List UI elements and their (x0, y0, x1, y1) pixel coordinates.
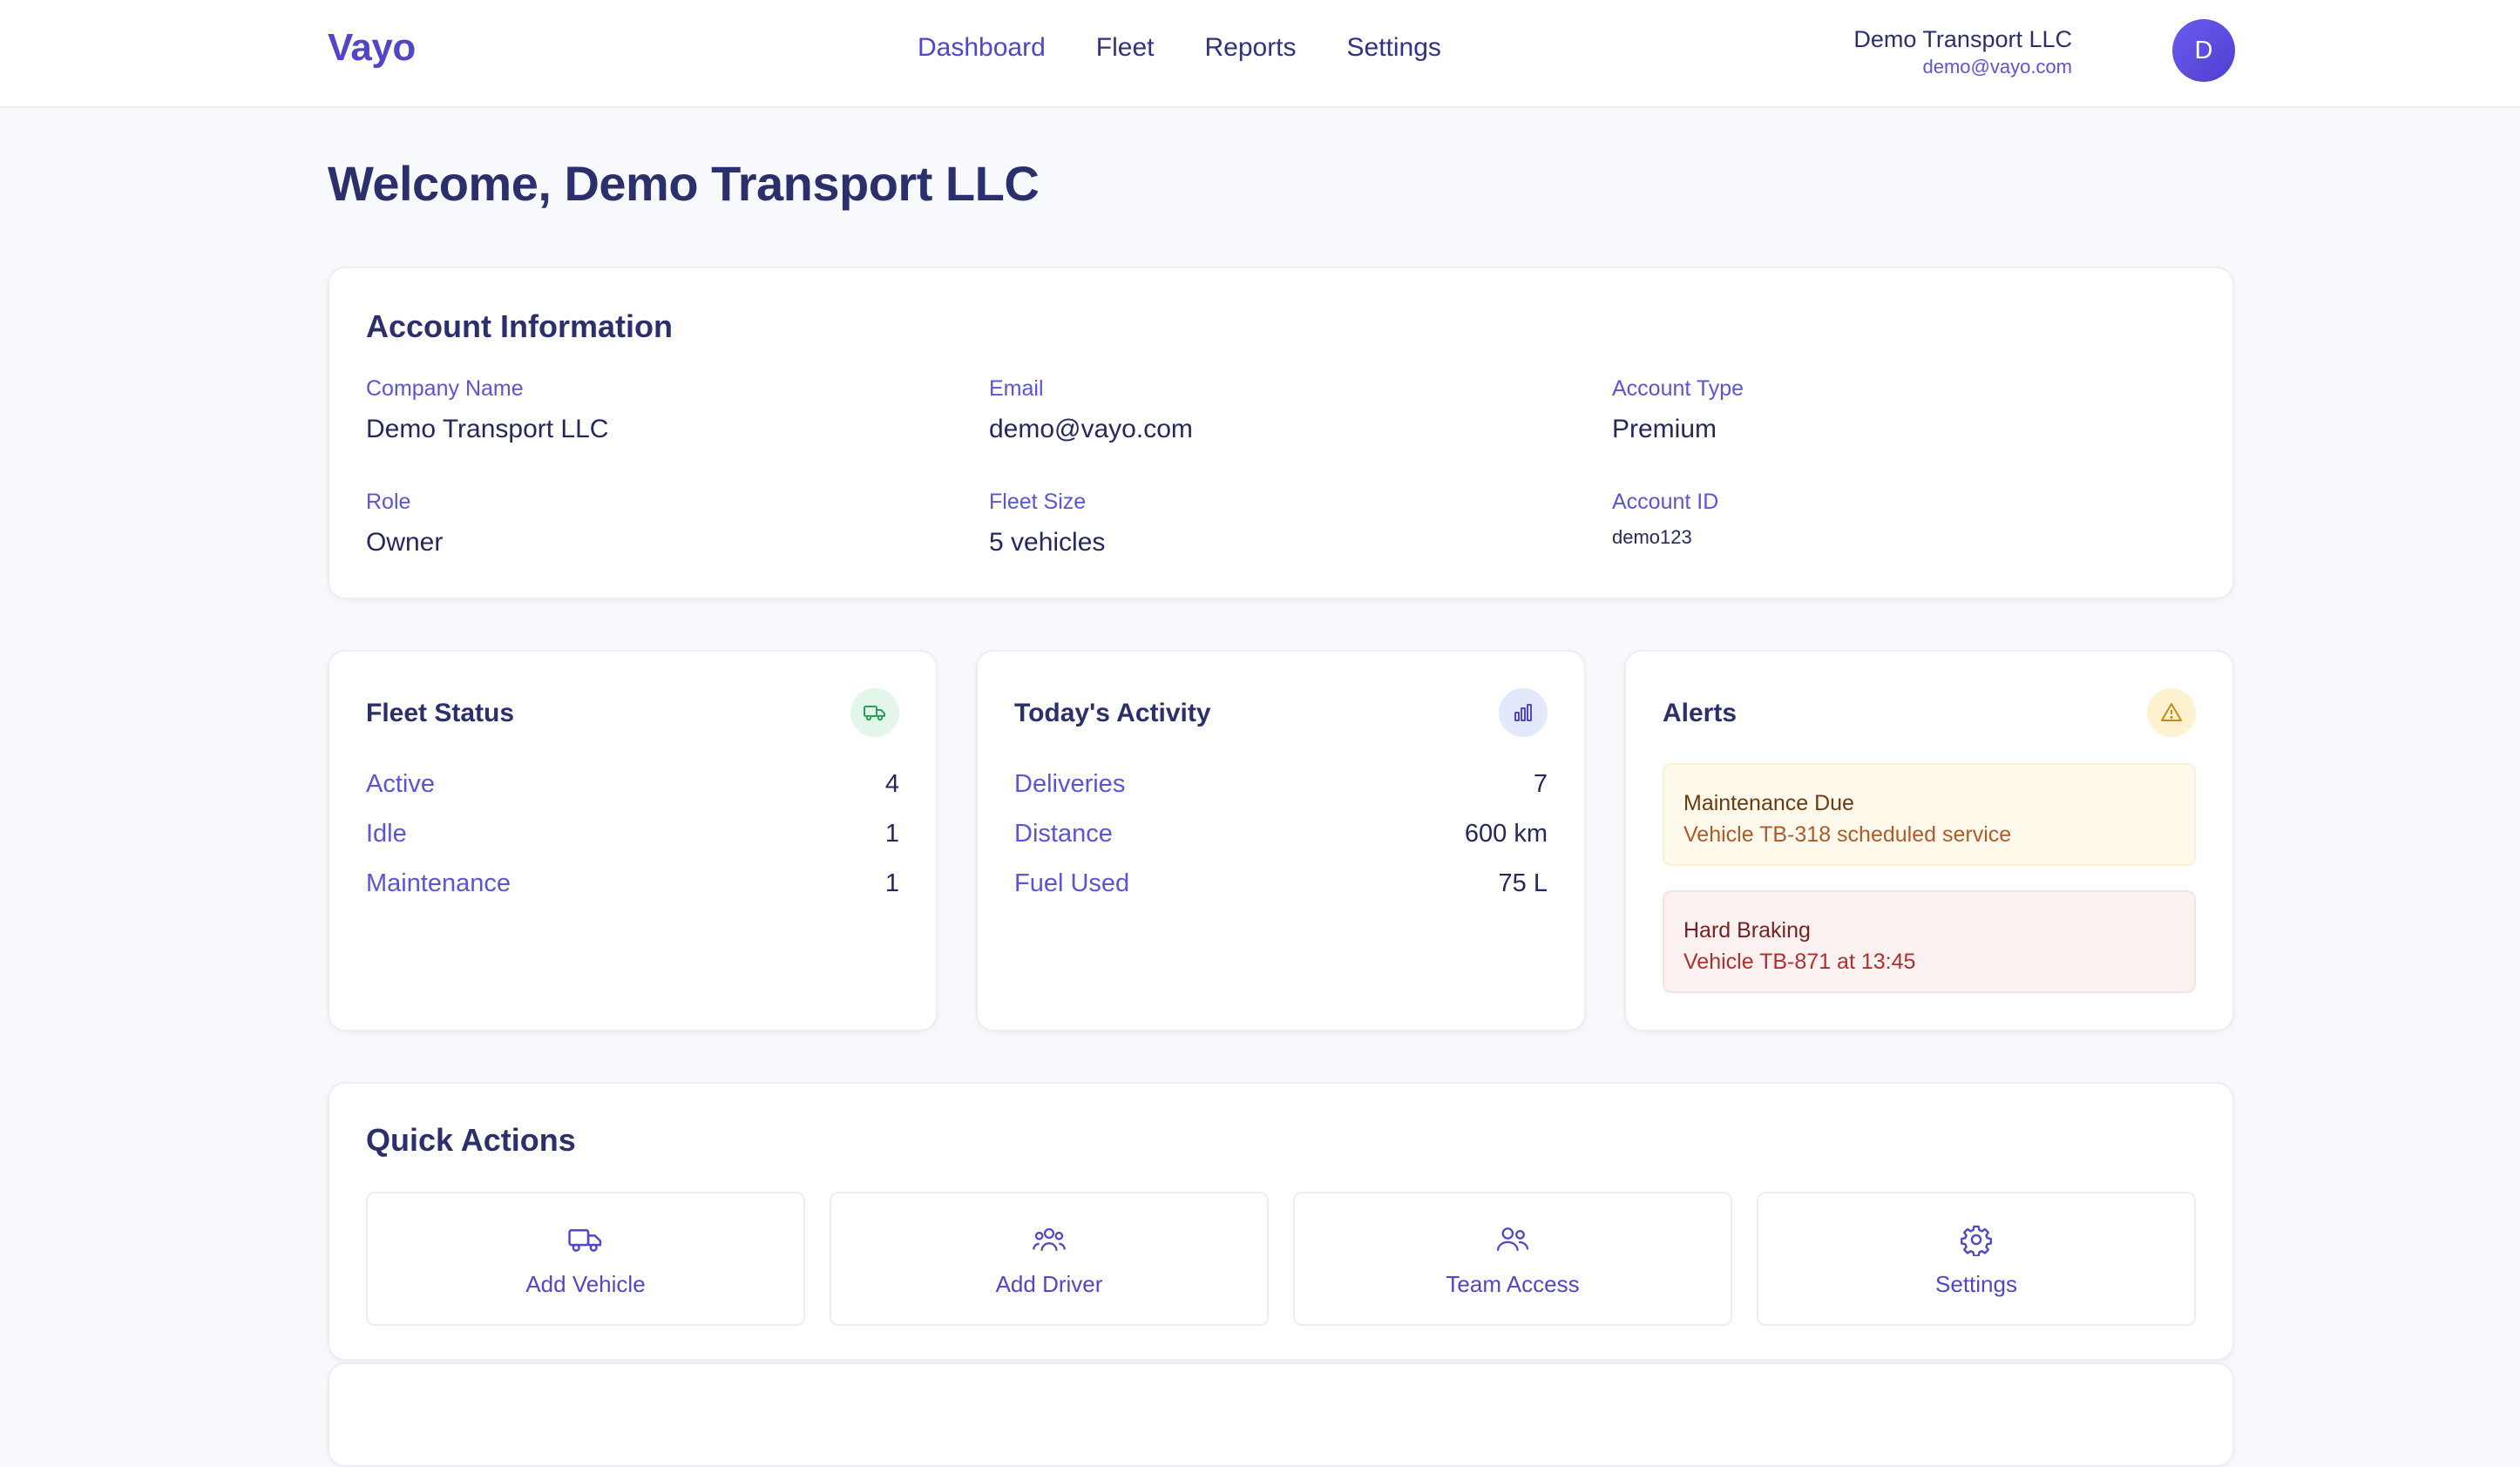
account-information-title: Account Information (366, 308, 673, 344)
settings-label: Settings (1935, 1270, 2017, 1297)
fleet-size-value: 5 vehicles (989, 528, 1106, 557)
page-title: Welcome, Demo Transport LLC (328, 156, 1040, 211)
company-name-label: Company Name (366, 376, 524, 401)
gear-icon (1960, 1220, 1993, 1259)
warning-triangle-icon (2147, 688, 2196, 737)
app-logo[interactable]: Vayo (328, 26, 416, 70)
user-email: demo@vayo.com (1922, 56, 2072, 78)
fuel-used-label: Fuel Used (1014, 869, 1130, 897)
users-icon (1495, 1220, 1530, 1259)
account-type-value: Premium (1612, 415, 1717, 443)
main-nav: Dashboard Fleet Reports Settings (918, 33, 1441, 63)
account-information-card: Account Information Company Name Demo Tr… (328, 267, 2234, 599)
fleet-status-card: Fleet Status Active 4 Idle 1 Maintenance… (328, 650, 938, 1031)
quick-actions-title: Quick Actions (366, 1122, 576, 1158)
top-navigation-bar: Vayo Dashboard Fleet Reports Settings De… (0, 0, 2520, 108)
fleet-maintenance-value: 1 (884, 869, 899, 897)
nav-settings-link[interactable]: Settings (1347, 33, 1441, 63)
add-vehicle-button[interactable]: Add Vehicle (366, 1192, 805, 1326)
users-group-icon (1032, 1220, 1067, 1259)
alerts-title: Alerts (1663, 699, 1738, 727)
fleet-status-title: Fleet Status (366, 699, 515, 727)
nav-dashboard-link[interactable]: Dashboard (918, 33, 1046, 63)
user-name: Demo Transport LLC (1853, 26, 2072, 52)
truck-icon (568, 1220, 603, 1259)
fleet-size-label: Fleet Size (989, 490, 1087, 514)
team-access-label: Team Access (1446, 1270, 1580, 1297)
fuel-used-value: 75 L (1498, 869, 1548, 897)
account-type-label: Account Type (1612, 376, 1744, 401)
quick-actions-card: Quick Actions Add Vehicle Add Driver Tea… (328, 1082, 2234, 1361)
add-driver-button[interactable]: Add Driver (830, 1192, 1269, 1326)
team-access-button[interactable]: Team Access (1293, 1192, 1732, 1326)
deliveries-value: 7 (1533, 769, 1548, 798)
settings-button[interactable]: Settings (1757, 1192, 2196, 1326)
alert-hard-braking[interactable]: Hard Braking Vehicle TB-871 at 13:45 (1663, 890, 2196, 993)
fleet-idle-label: Idle (366, 819, 407, 848)
alert-text: Vehicle TB-318 scheduled service (1683, 822, 2012, 847)
fleet-idle-value: 1 (884, 819, 899, 848)
add-driver-label: Add Driver (995, 1270, 1103, 1297)
fleet-active-label: Active (366, 769, 435, 798)
fleet-active-value: 4 (884, 769, 899, 798)
truck-icon (850, 688, 899, 737)
avatar[interactable]: D (2172, 19, 2235, 82)
bar-chart-icon (1499, 688, 1548, 737)
email-value: demo@vayo.com (989, 415, 1193, 443)
alert-text: Vehicle TB-871 at 13:45 (1683, 950, 1916, 974)
user-info: Demo Transport LLC demo@vayo.com (1853, 24, 2072, 80)
fleet-idle-row: Idle 1 (366, 816, 899, 851)
email-label: Email (989, 376, 1044, 401)
deliveries-row: Deliveries 7 (1014, 767, 1548, 801)
company-name-value: Demo Transport LLC (366, 415, 609, 443)
nav-reports-link[interactable]: Reports (1204, 33, 1296, 63)
alert-title: Hard Braking (1683, 918, 1811, 943)
fleet-maintenance-label: Maintenance (366, 869, 511, 897)
deliveries-label: Deliveries (1014, 769, 1126, 798)
distance-value: 600 km (1464, 819, 1548, 848)
role-value: Owner (366, 528, 444, 557)
todays-activity-card: Today's Activity Deliveries 7 Distance 6… (976, 650, 1586, 1031)
alert-title: Maintenance Due (1683, 791, 1854, 815)
distance-label: Distance (1014, 819, 1113, 848)
alerts-card: Alerts Maintenance Due Vehicle TB-318 sc… (1624, 650, 2234, 1031)
fleet-active-row: Active 4 (366, 767, 899, 801)
distance-row: Distance 600 km (1014, 816, 1548, 851)
fleet-maintenance-row: Maintenance 1 (366, 866, 899, 901)
alert-maintenance-due[interactable]: Maintenance Due Vehicle TB-318 scheduled… (1663, 763, 2196, 866)
next-section-card (328, 1362, 2234, 1467)
todays-activity-title: Today's Activity (1014, 699, 1211, 727)
role-label: Role (366, 490, 411, 514)
fuel-used-row: Fuel Used 75 L (1014, 866, 1548, 901)
account-id-value: demo123 (1612, 526, 1692, 548)
account-id-label: Account ID (1612, 490, 1719, 514)
add-vehicle-label: Add Vehicle (525, 1270, 646, 1297)
nav-fleet-link[interactable]: Fleet (1096, 33, 1155, 63)
